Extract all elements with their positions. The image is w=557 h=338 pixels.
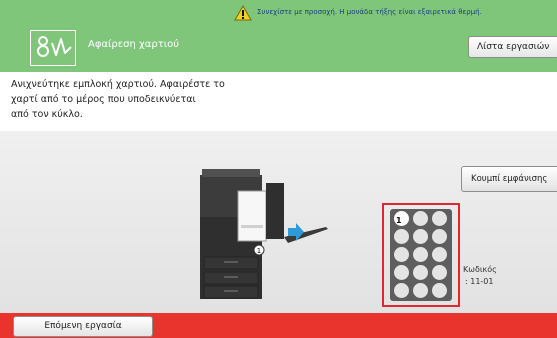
error-logo-icon: [30, 30, 76, 66]
message-line-3: από τον κύκλο.: [11, 109, 83, 120]
locator-dot: [413, 247, 428, 262]
jam-message: Ανιχνεύτηκε εμπλοκή χαρτιού. Αφαιρέστε τ…: [11, 77, 311, 122]
job-list-button[interactable]: Λίστα εργασιών: [468, 36, 557, 58]
code-value: : 11-01: [465, 277, 494, 286]
locator-dot: [432, 211, 447, 226]
locator-dot: 1: [394, 211, 409, 226]
message-line-1: Ανιχνεύτηκε εμπλοκή χαρτιού. Αφαιρέστε τ…: [11, 79, 225, 90]
locator-dot: [432, 265, 447, 280]
jam-locator-grid: 1: [390, 209, 452, 301]
locator-dot: [432, 247, 447, 262]
locator-dot: [394, 265, 409, 280]
jam-locator-box: 1: [382, 203, 460, 307]
locator-dot: [413, 265, 428, 280]
locator-dot: [394, 283, 409, 298]
code-label: Κωδικός: [463, 265, 497, 274]
display-button[interactable]: Κουμπί εμφάνισης: [461, 166, 557, 192]
locator-dot: [394, 247, 409, 262]
warning-triangle-icon: [234, 5, 252, 21]
locator-dot: [413, 283, 428, 298]
page-title: Αφαίρεση χαρτιού: [88, 39, 180, 50]
printer-icon: 1: [200, 169, 328, 299]
locator-dot: [432, 229, 447, 244]
message-line-2: χαρτί από το μέρος που υποδεικνύεται: [11, 94, 196, 105]
warning-text: Συνεχίστε με προσοχή. Η μονάδα τήξης είν…: [257, 8, 482, 16]
locator-dot: [394, 229, 409, 244]
locator-dot: [413, 211, 428, 226]
locator-marker: 1: [396, 216, 402, 225]
locator-dot: [432, 283, 447, 298]
jam-location-marker: 1: [257, 247, 261, 255]
next-job-button[interactable]: Επόμενη εργασία: [13, 316, 153, 337]
locator-dot: [413, 229, 428, 244]
